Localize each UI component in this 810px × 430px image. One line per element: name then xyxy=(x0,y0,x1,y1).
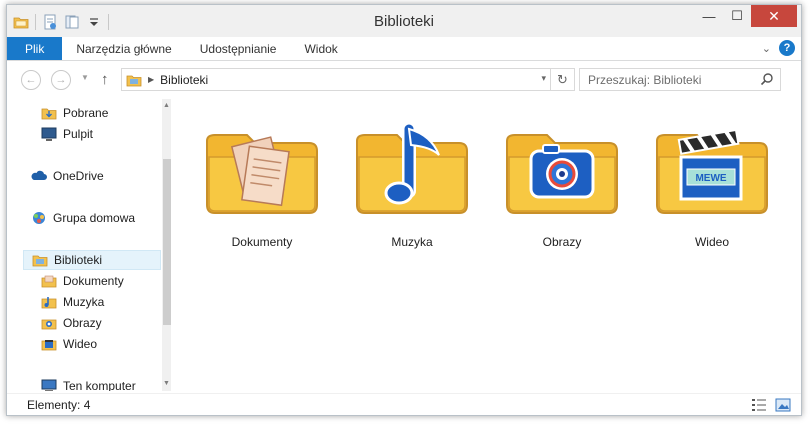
pictures-library-icon xyxy=(41,319,57,330)
tab-file[interactable]: Plik xyxy=(7,37,63,60)
tab-home[interactable]: Narzędzia główne xyxy=(62,37,185,60)
ribbon-tabs: Plik Narzędzia główne Udostępnianie Wido… xyxy=(7,37,801,61)
library-tile-pictures[interactable]: Obrazy xyxy=(497,121,627,261)
window-controls: — ☐ ✕ xyxy=(695,5,797,27)
nav-item-label: Grupa domowa xyxy=(53,211,136,225)
nav-item-label: Dokumenty xyxy=(63,274,124,288)
folder-icon[interactable] xyxy=(13,14,29,30)
cloud-icon xyxy=(31,170,47,180)
content-area: Dokumenty Muzyka Obrazy MEWE Wideo xyxy=(175,99,799,391)
nav-item-documents[interactable]: Dokumenty xyxy=(41,271,161,291)
up-button[interactable]: ↑ xyxy=(101,71,109,88)
nav-item-music[interactable]: Muzyka xyxy=(41,292,161,312)
downloads-folder-icon xyxy=(41,108,57,120)
tab-view[interactable]: Widok xyxy=(290,37,351,60)
minimize-button[interactable]: — xyxy=(695,5,723,27)
nav-item-label: Muzyka xyxy=(63,295,105,309)
breadcrumb-chevron-icon[interactable]: ▶ xyxy=(148,75,154,84)
library-tile-videos[interactable]: MEWE Wideo xyxy=(647,121,777,261)
window-title: Biblioteki xyxy=(373,13,435,30)
music-library-icon xyxy=(41,297,57,309)
maximize-button[interactable]: ☐ xyxy=(723,5,751,27)
scrollbar-thumb[interactable] xyxy=(163,159,171,325)
nav-item-onedrive[interactable]: OneDrive xyxy=(31,166,161,186)
documents-folder-icon xyxy=(206,134,318,214)
camera-folder-icon xyxy=(506,134,618,214)
toolbar-separator xyxy=(35,14,36,30)
item-count: Elementy: 4 xyxy=(27,398,91,412)
videos-library-icon xyxy=(41,340,57,351)
recent-locations-button[interactable]: ▼ xyxy=(81,73,89,82)
libraries-icon xyxy=(32,255,48,267)
details-view-icon[interactable] xyxy=(751,398,767,412)
toolbar-separator xyxy=(108,14,109,30)
clapperboard-folder-icon: MEWE xyxy=(656,128,768,214)
customize-toolbar-icon[interactable] xyxy=(86,14,102,30)
nav-item-videos[interactable]: Wideo xyxy=(41,334,161,354)
library-label: Muzyka xyxy=(391,235,433,249)
address-dropdown-button[interactable]: ▾ xyxy=(541,73,546,84)
nav-item-label: Pulpit xyxy=(63,127,94,141)
nav-item-downloads[interactable]: Pobrane xyxy=(41,103,161,123)
back-button[interactable]: ← xyxy=(21,70,41,90)
quick-access-toolbar xyxy=(13,13,109,31)
nav-item-label: Pobrane xyxy=(63,106,109,120)
new-folder-icon[interactable] xyxy=(64,14,80,30)
clapperboard-text: MEWE xyxy=(695,173,726,184)
large-icons-view-icon[interactable] xyxy=(775,398,791,412)
search-input[interactable] xyxy=(580,69,750,90)
nav-item-desktop[interactable]: Pulpit xyxy=(41,124,161,144)
properties-icon[interactable] xyxy=(42,14,58,30)
nav-item-label: Wideo xyxy=(63,337,98,351)
nav-item-this-pc[interactable]: Ten komputer xyxy=(41,376,161,391)
address-row: ← → ▼ ↑ ▶ Biblioteki ▾ ↻ xyxy=(7,62,801,96)
library-tile-music[interactable]: Muzyka xyxy=(347,121,477,261)
search-box[interactable] xyxy=(579,68,781,91)
view-switcher xyxy=(751,398,791,412)
nav-item-homegroup[interactable]: Grupa domowa xyxy=(31,208,161,228)
tab-share[interactable]: Udostępnianie xyxy=(186,37,291,60)
library-label: Obrazy xyxy=(542,235,582,249)
expand-ribbon-icon[interactable]: ⌄ xyxy=(762,42,771,55)
nav-item-label: Ten komputer xyxy=(63,379,136,391)
desktop-icon xyxy=(41,127,57,141)
address-bar[interactable]: ▶ Biblioteki ▾ ↻ xyxy=(121,68,575,91)
scroll-down-arrow-icon[interactable]: ▼ xyxy=(162,377,171,391)
nav-item-pictures[interactable]: Obrazy xyxy=(41,313,161,333)
status-bar: Elementy: 4 xyxy=(7,393,801,415)
breadcrumb-biblioteki[interactable]: Biblioteki xyxy=(160,73,208,87)
nav-item-label: Obrazy xyxy=(63,316,102,330)
nav-item-label: OneDrive xyxy=(53,169,104,183)
homegroup-icon xyxy=(33,212,45,224)
refresh-button[interactable]: ↻ xyxy=(550,69,574,90)
ribbon-right-controls: ⌄ ? xyxy=(762,40,795,56)
nav-item-label: Biblioteki xyxy=(54,253,103,267)
navigation-pane: Pobrane Pulpit OneDrive Grupa domowa Bib… xyxy=(15,99,171,391)
music-note-folder-icon xyxy=(356,122,468,214)
libraries-icon xyxy=(126,75,142,86)
computer-icon xyxy=(41,379,57,391)
title-bar: Biblioteki — ☐ ✕ xyxy=(7,5,801,37)
documents-library-icon xyxy=(41,275,57,288)
library-label: Dokumenty xyxy=(231,235,293,249)
close-button[interactable]: ✕ xyxy=(751,5,797,27)
nav-scrollbar[interactable]: ▲ ▼ xyxy=(162,99,171,391)
scroll-up-arrow-icon[interactable]: ▲ xyxy=(162,99,171,113)
library-tile-documents[interactable]: Dokumenty xyxy=(197,121,327,261)
help-icon[interactable]: ? xyxy=(779,40,795,56)
forward-button[interactable]: → xyxy=(51,70,71,90)
explorer-window: Biblioteki — ☐ ✕ Plik Narzędzia główne U… xyxy=(6,4,802,416)
library-label: Wideo xyxy=(694,235,729,249)
search-icon[interactable] xyxy=(760,72,774,86)
nav-item-libraries[interactable]: Biblioteki xyxy=(23,250,161,270)
